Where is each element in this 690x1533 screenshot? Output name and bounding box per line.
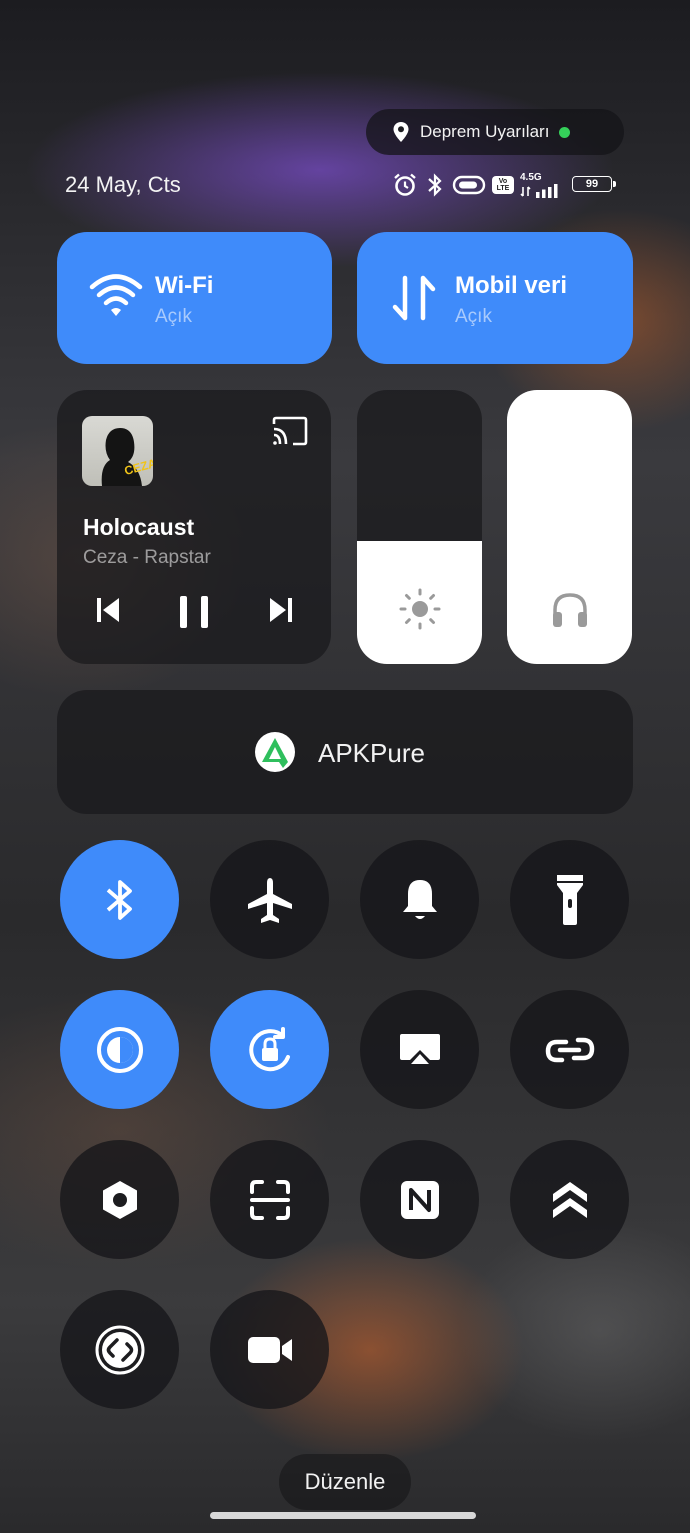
- data-transfer-icon: [392, 275, 436, 321]
- nfc-icon: [400, 1180, 439, 1219]
- network-type-label: 4.5G: [520, 172, 542, 183]
- previous-icon[interactable]: [95, 595, 121, 625]
- volume-slider[interactable]: [507, 390, 632, 664]
- flashlight-icon: [556, 874, 583, 925]
- hexagon-icon: [102, 1180, 137, 1219]
- double-chevron-up-icon: [552, 1181, 587, 1218]
- battery-saver-icon: [452, 175, 486, 195]
- screen-record-toggle[interactable]: [210, 1290, 329, 1409]
- status-icons: Vo LTE 4.5G 99: [392, 172, 618, 198]
- brightness-slider[interactable]: [357, 390, 482, 664]
- sun-icon: [399, 588, 441, 630]
- sound-toggle[interactable]: [360, 840, 479, 959]
- screen-mirror-icon: [399, 1033, 440, 1064]
- song-title: Holocaust: [83, 514, 195, 540]
- signal-icon: 4.5G: [520, 172, 564, 198]
- shazam-icon: [95, 1325, 144, 1374]
- earthquake-alerts-pill[interactable]: Deprem Uyarıları: [366, 109, 624, 155]
- wifi-icon: [89, 274, 143, 316]
- volte-label: Vo LTE: [496, 178, 510, 192]
- mobile-data-state: Açık: [455, 306, 492, 327]
- song-artist: Ceza - Rapstar: [83, 547, 211, 568]
- bluetooth-icon: [106, 879, 132, 920]
- bluetooth-icon: [428, 173, 442, 197]
- flashlight-toggle[interactable]: [510, 840, 629, 959]
- rotation-lock-icon: [248, 1026, 290, 1071]
- airplane-icon: [247, 877, 292, 923]
- screen-cast-toggle[interactable]: [360, 990, 479, 1109]
- home-indicator[interactable]: [210, 1512, 476, 1519]
- shazam-toggle[interactable]: [60, 1290, 179, 1409]
- scan-icon: [249, 1179, 290, 1220]
- nfc-toggle[interactable]: [360, 1140, 479, 1259]
- alarm-icon: [394, 173, 416, 196]
- link-toggle[interactable]: [510, 990, 629, 1109]
- mobile-data-label: Mobil veri: [455, 272, 568, 299]
- cast-icon[interactable]: [271, 415, 309, 447]
- active-status-dot: [559, 126, 571, 138]
- scanner-toggle[interactable]: [210, 1140, 329, 1259]
- media-player-card[interactable]: CEZA Holocaust Ceza - Rapstar: [57, 390, 331, 664]
- bluetooth-toggle[interactable]: [60, 840, 179, 959]
- battery-icon: 99: [572, 176, 618, 194]
- video-camera-icon: [247, 1336, 292, 1363]
- link-icon: [545, 1037, 594, 1062]
- earthquake-alerts-label: Deprem Uyarıları: [420, 122, 550, 141]
- apkpure-label: APKPure: [318, 738, 425, 768]
- airplane-mode-toggle[interactable]: [210, 840, 329, 959]
- wifi-label: Wi-Fi: [155, 272, 214, 299]
- contrast-icon: [96, 1026, 143, 1073]
- dark-mode-toggle[interactable]: [60, 990, 179, 1109]
- next-icon[interactable]: [268, 595, 294, 625]
- apkpure-logo: [255, 732, 295, 772]
- mobile-data-tile[interactable]: Mobil veri Açık: [357, 232, 633, 364]
- headphones-icon: [553, 593, 587, 627]
- settings-toggle[interactable]: [60, 1140, 179, 1259]
- wifi-tile[interactable]: Wi-Fi Açık: [57, 232, 332, 364]
- date-label: 24 May, Cts: [65, 172, 181, 197]
- album-art[interactable]: CEZA: [82, 416, 153, 486]
- volte-icon: Vo LTE: [492, 176, 514, 194]
- apkpure-shortcut[interactable]: APKPure: [57, 690, 633, 814]
- rotation-lock-toggle[interactable]: [210, 990, 329, 1109]
- location-pin-icon: [393, 122, 409, 142]
- performance-toggle[interactable]: [510, 1140, 629, 1259]
- pause-icon[interactable]: [177, 595, 211, 629]
- battery-level: 99: [585, 178, 599, 190]
- bell-icon: [402, 879, 437, 919]
- wifi-state: Açık: [155, 306, 192, 327]
- edit-button[interactable]: Düzenle: [279, 1454, 411, 1510]
